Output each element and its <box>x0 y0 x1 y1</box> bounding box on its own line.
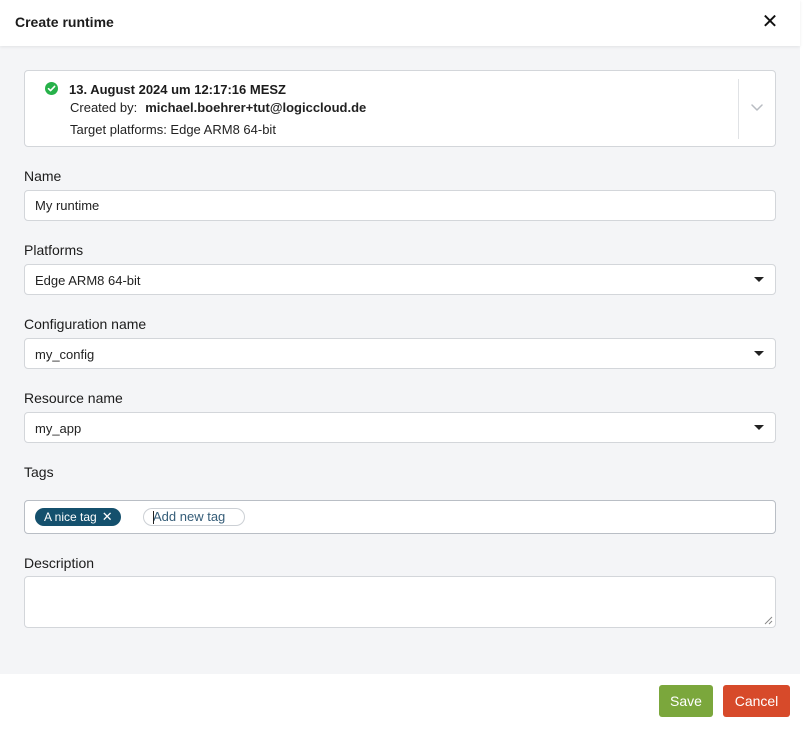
resize-grip-icon[interactable] <box>764 616 773 625</box>
name-input[interactable] <box>24 190 776 221</box>
configuration-name-select[interactable]: my_config <box>24 338 776 369</box>
text-cursor <box>153 511 154 524</box>
chevron-down-icon[interactable] <box>749 99 765 115</box>
dialog-title: Create runtime <box>15 14 114 30</box>
description-textarea[interactable] <box>24 576 776 628</box>
close-icon[interactable]: ✕ <box>760 11 780 33</box>
created-by: Created by: michael.boehrer+tut@logicclou… <box>70 100 366 115</box>
configuration-name-value: my_config <box>35 347 95 362</box>
create-runtime-dialog: Create runtime ✕ 13. August 2024 um 12:1… <box>0 0 800 728</box>
created-by-value: michael.boehrer+tut@logiccloud.de <box>145 100 367 115</box>
save-button[interactable]: Save <box>659 685 713 717</box>
created-date: 13. August 2024 um 12:17:16 MESZ <box>69 82 286 97</box>
tags-label: Tags <box>24 464 54 480</box>
runtime-info-card: 13. August 2024 um 12:17:16 MESZ Created… <box>24 70 776 147</box>
card-divider <box>738 79 739 139</box>
dialog-body: 13. August 2024 um 12:17:16 MESZ Created… <box>0 46 800 674</box>
platforms-label: Platforms <box>24 242 84 258</box>
dialog-footer: Save Cancel <box>0 674 800 728</box>
remove-tag-icon[interactable]: ✕ <box>102 508 113 526</box>
name-label: Name <box>24 168 62 184</box>
resource-name-value: my_app <box>35 421 82 436</box>
check-circle-icon <box>45 82 58 95</box>
cancel-button[interactable]: Cancel <box>723 685 790 717</box>
configuration-name-label: Configuration name <box>24 316 147 332</box>
caret-down-icon <box>754 425 764 430</box>
description-label: Description <box>24 555 95 571</box>
platforms-value: Edge ARM8 64-bit <box>35 273 141 288</box>
platforms-select[interactable]: Edge ARM8 64-bit <box>24 264 776 295</box>
new-tag-input[interactable]: Add new tag <box>143 508 245 526</box>
resource-name-select[interactable]: my_app <box>24 412 776 443</box>
caret-down-icon <box>754 277 764 282</box>
created-by-label: Created by: <box>70 100 138 115</box>
dialog-header: Create runtime ✕ <box>0 0 800 46</box>
caret-down-icon <box>754 351 764 356</box>
target-platforms: Target platforms: Edge ARM8 64-bit <box>70 122 276 137</box>
tag-chip: A nice tag ✕ <box>35 508 121 526</box>
tag-label: A nice tag <box>44 510 97 524</box>
new-tag-placeholder: Add new tag <box>153 509 226 524</box>
tags-input[interactable]: A nice tag ✕ Add new tag <box>24 500 776 534</box>
resource-name-label: Resource name <box>24 390 123 406</box>
